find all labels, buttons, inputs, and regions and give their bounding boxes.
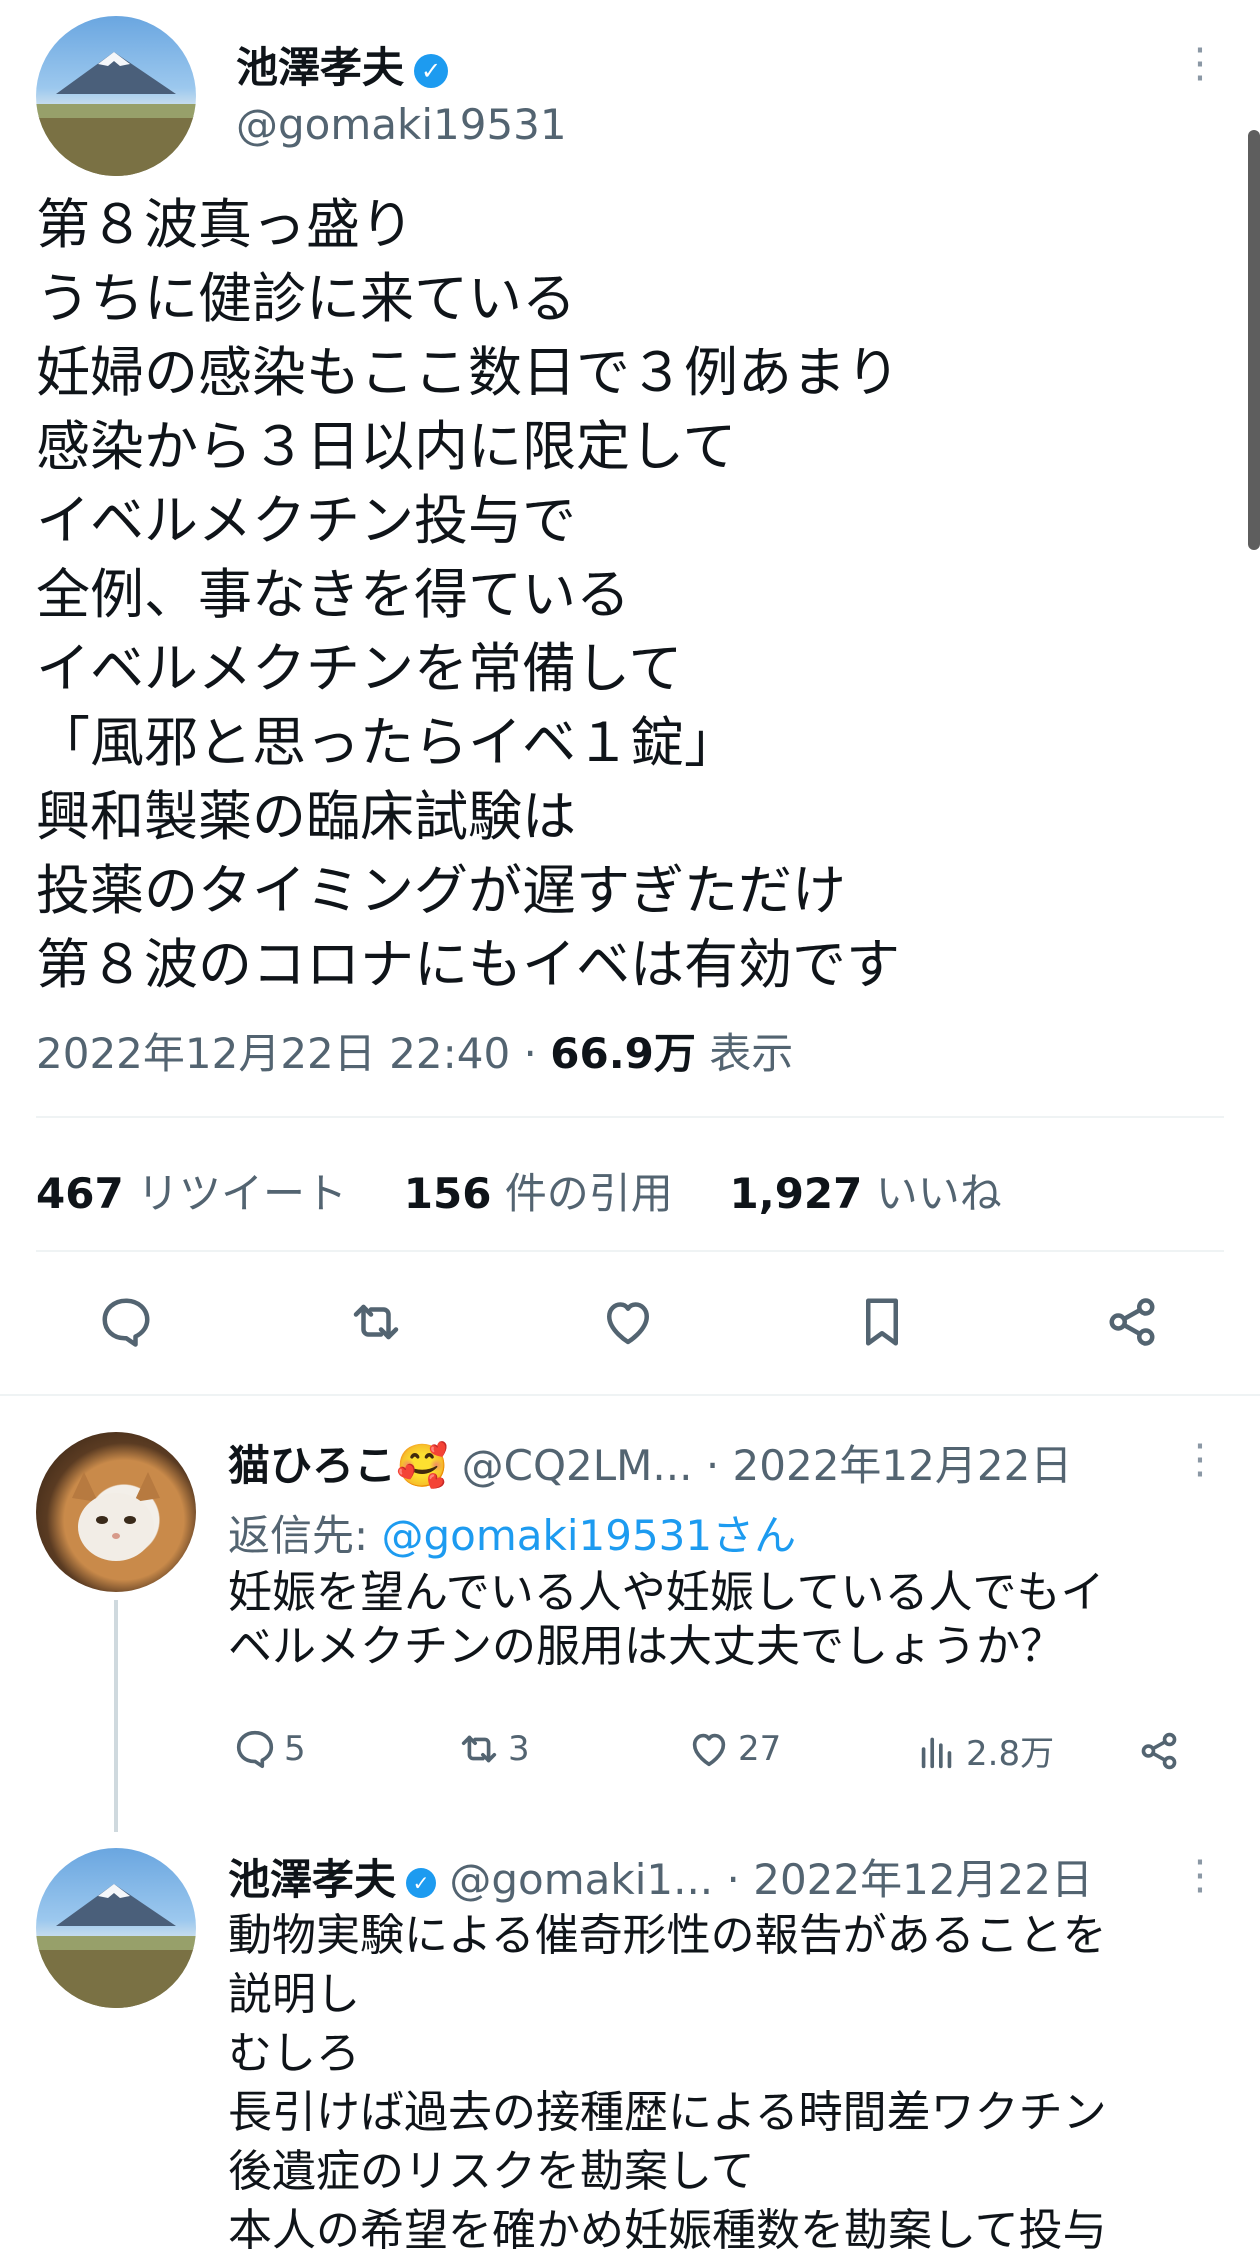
reply-line: むしろ [228,2028,360,2079]
retweet-icon[interactable] [346,1292,406,1352]
reply-author-name[interactable]: 池澤孝夫 [228,1855,396,1904]
views-icon [914,1728,960,1774]
reply-author-name[interactable]: 猫ひろこ [228,1441,396,1490]
tweet-line: 全例、事なきを得ている [36,563,630,626]
quotes-label: 件の引用 [504,1169,673,1218]
retweets-stat[interactable]: 467 リツイート [36,1169,360,1218]
tweet-line: イベルメクチンを常備して [36,637,683,700]
retweet-icon [456,1726,502,1772]
likes-stat[interactable]: 1,927 いいね [730,1169,1002,1218]
views-count: 66.9万 [550,1029,696,1078]
emoji: 🥰 [396,1441,449,1490]
divider [36,1250,1224,1252]
tweet-meta: 2022年12月22日 22:40 · 66.9万 表示 [36,1020,793,1081]
more-options-icon[interactable]: · · · [1188,1843,1212,1911]
bookmark-icon[interactable] [852,1292,912,1352]
reply-action-views[interactable]: 2.8万 [914,1726,1054,1775]
tweet-line: 投薬のタイミングが遅すぎただけ [36,859,846,922]
tweet-timestamp[interactable]: 2022年12月22日 22:40 [36,1029,510,1078]
reply-handle[interactable]: @CQ2LM... [462,1441,693,1490]
like-icon [686,1726,732,1772]
reply-to: 返信先: @gomaki19531さん [228,1502,796,1563]
verified-badge-icon: ✓ [406,1867,437,1898]
share-icon[interactable] [1136,1728,1182,1774]
reply-action-reply[interactable]: 5 [232,1726,306,1772]
views-label: 表示 [709,1029,794,1078]
reply-line: 妊娠を望んでいる人や妊娠している人でもイ [228,1567,1105,1618]
quotes-stat[interactable]: 156 件の引用 [404,1169,686,1218]
reply-line: 本人の希望を確かめ妊娠種数を勘案して投与 [228,2205,1107,2256]
reply-line: ベルメクチンの服用は大丈夫でしょうか？ [228,1621,1064,1672]
reply-icon [232,1726,278,1772]
meta-separator: · [523,1029,537,1078]
reply-to-handle[interactable]: @gomaki19531さん [382,1511,797,1560]
author-name[interactable]: 池澤孝夫 [236,43,404,92]
reply-line: 長引けば過去の接種歴による時間差ワクチン [228,2087,1107,2138]
reply-avatar[interactable] [36,1848,196,2008]
divider [36,1116,1224,1118]
reply-date[interactable]: · 2022年12月22日 [727,1855,1093,1904]
more-options-icon[interactable]: · · · [1188,1427,1212,1495]
retweets-count: 467 [36,1169,124,1218]
tweet-line: 感染から３日以内に限定して [36,415,737,478]
reply-line: 後遺症のリスクを勘案して [228,2146,755,2197]
reply-handle[interactable]: @gomaki1... [449,1855,713,1904]
tweet-line: 興和製薬の臨床試験は [36,785,576,848]
reply-count: 5 [284,1729,306,1769]
reply-text: 妊娠を望んでいる人や妊娠している人でもイ ベルメクチンの服用は大丈夫でしょうか？ [228,1566,1104,1674]
reply-action-like[interactable]: 27 [686,1726,781,1772]
retweets-label: リツイート [137,1169,348,1218]
author-handle[interactable]: @gomaki19531 [236,100,567,149]
reply-line: 動物実験による催奇形性の報告があることを [228,1910,1107,1961]
share-icon[interactable] [1102,1292,1162,1352]
reply-icon[interactable] [96,1292,156,1352]
tweet-line: 「風邪と思ったらイベ１錠」 [36,711,738,774]
tweet-text: 第８波真っ盛り うちに健診に来ている 妊婦の感染もここ数日で３例あまり 感染から… [36,188,900,1002]
views-count: 2.8万 [966,1734,1055,1774]
verified-badge-icon: ✓ [414,53,449,88]
tweet-line: うちに健診に来ている [36,267,576,330]
reply-avatar[interactable] [36,1432,196,1592]
reply-action-retweet[interactable]: 3 [456,1726,530,1772]
likes-count: 1,927 [729,1169,863,1218]
reply-header: 池澤孝夫 ✓ @gomaki1... · 2022年12月22日 [228,1846,1093,1907]
thread-line [114,1600,118,1832]
mountain-image [36,1884,196,2008]
quotes-count: 156 [403,1169,492,1218]
more-options-icon[interactable]: · · · [1188,31,1212,99]
reply-header: 猫ひろこ🥰 @CQ2LM... · 2022年12月22日 [228,1432,1072,1493]
reply-text: 動物実験による催奇形性の報告があることを 説明し むしろ 長引けば過去の接種歴に… [228,1906,1107,2262]
like-count: 27 [738,1729,782,1769]
stats-row: 467 リツイート 156 件の引用 1,927 いいね [36,1160,1002,1221]
mountain-image [36,52,196,176]
reply-line: 説明し [228,1969,360,2020]
tweet-line: 妊婦の感染もここ数日で３例あまり [36,341,900,404]
like-icon[interactable] [598,1292,658,1352]
likes-label: いいね [875,1169,1002,1218]
divider [0,1394,1260,1396]
tweet-line: 第８波真っ盛り [36,193,414,256]
tweet-line: イベルメクチン投与で [36,489,576,552]
reply-date[interactable]: · 2022年12月22日 [706,1441,1072,1490]
tweet-line: 第８波のコロナにもイベは有効です [36,933,900,996]
retweet-count: 3 [508,1729,530,1769]
author-avatar[interactable] [36,16,196,176]
scrollbar-thumb[interactable] [1248,130,1260,550]
reply-to-label: 返信先: [228,1511,382,1560]
cat-image [72,1472,160,1561]
